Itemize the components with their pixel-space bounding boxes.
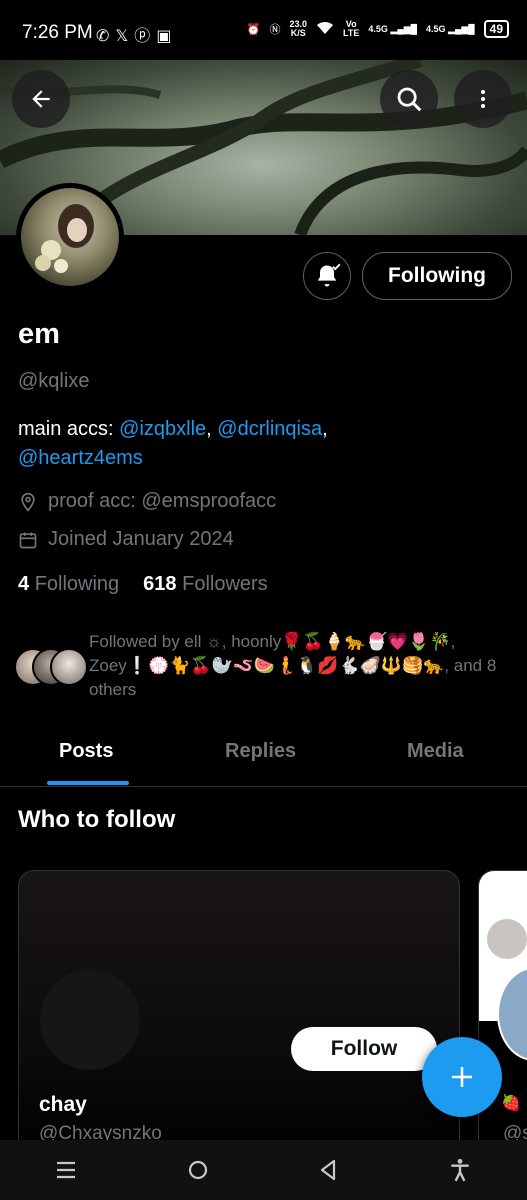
back-nav-icon[interactable]	[317, 1158, 339, 1182]
office-icon: ▣	[156, 28, 178, 45]
profile-handle: @kqlixe	[18, 370, 90, 392]
location-pin-icon	[21, 492, 35, 512]
follow-button[interactable]: Follow	[291, 1027, 437, 1071]
tab-posts[interactable]: Posts	[59, 740, 113, 763]
bio-separator: ,	[206, 418, 218, 440]
signal-1: 4.5G ▂▄▆█	[368, 23, 418, 34]
net-speed: 23.0 K/S	[289, 19, 308, 38]
follower-avatar	[50, 648, 88, 686]
home-icon[interactable]	[186, 1158, 210, 1182]
follow-stats: 4 Following 618 Followers	[18, 573, 268, 596]
following-stat[interactable]: 4 Following	[18, 573, 119, 596]
display-name: em	[18, 318, 60, 350]
compose-fab[interactable]	[422, 1037, 502, 1117]
following-button[interactable]: Following	[362, 252, 512, 300]
suggestion-avatar[interactable]	[40, 970, 140, 1070]
x-icon: 𝕏	[115, 28, 135, 45]
followers-stat[interactable]: 618 Followers	[143, 573, 268, 596]
tab-replies[interactable]: Replies	[225, 740, 296, 763]
nfc-icon: Ⓝ	[269, 24, 281, 36]
notifications-bell-button[interactable]	[303, 252, 351, 300]
accessibility-icon[interactable]	[447, 1157, 473, 1183]
profile-tabs: Posts Replies Media	[0, 728, 527, 784]
followed-by-avatars[interactable]	[14, 648, 88, 686]
alarm-icon: ⏰	[246, 23, 261, 36]
active-tab-indicator	[47, 781, 129, 785]
suggestion-card-next[interactable]: 🍓 @s	[478, 870, 527, 1162]
tabs-divider	[0, 786, 527, 787]
bio-text: main accs:	[18, 418, 120, 440]
bio-mention-2[interactable]: @dcrlinqisa	[217, 418, 322, 440]
strawberry-emoji: 🍓	[501, 1095, 521, 1112]
followed-by-text[interactable]: Followed by ell ☼, hoonly🌹🍒🍦🐆🍧💗🌷🎋, Zoey❕…	[89, 630, 509, 702]
bell-check-icon	[317, 263, 341, 287]
tab-media[interactable]: Media	[407, 740, 464, 763]
arrow-left-icon	[32, 90, 50, 108]
pinterest-icon: ⓟ	[134, 28, 157, 45]
search-button[interactable]	[380, 70, 438, 128]
location-row: proof acc: @emsproofacc	[18, 490, 276, 513]
recents-icon[interactable]	[54, 1159, 78, 1181]
avatar-image	[21, 188, 119, 286]
profile-bio: main accs: @izqbxlle, @dcrlinqisa, @heart…	[18, 415, 498, 473]
joined-text: Joined January 2024	[48, 528, 234, 550]
bio-mention-3[interactable]: @heartz4ems	[18, 447, 143, 469]
suggestion-name[interactable]: chay	[39, 1093, 87, 1117]
system-nav-bar	[0, 1140, 527, 1200]
plus-icon	[452, 1067, 472, 1087]
signal-2: 4.5G ▂▄▆█	[426, 23, 475, 34]
bio-mention-1[interactable]: @izqbxlle	[119, 418, 206, 440]
calendar-icon	[19, 532, 37, 548]
status-time: 7:26 PM	[22, 22, 93, 43]
more-vertical-icon	[481, 90, 485, 108]
joined-row: Joined January 2024	[18, 528, 234, 551]
location-text: proof acc: @emsproofacc	[48, 490, 277, 512]
notification-icons: ✆𝕏ⓟ▣	[96, 22, 177, 46]
profile-avatar[interactable]	[16, 183, 124, 291]
search-icon	[397, 87, 422, 112]
more-button[interactable]	[454, 70, 512, 128]
bio-separator: ,	[322, 418, 328, 440]
back-button[interactable]	[12, 70, 70, 128]
status-right: ⏰ Ⓝ 23.0 K/S Vo LTE 4.5G ▂▄▆█ 4.5G ▂▄▆█ 49	[247, 20, 509, 38]
whatsapp-icon: ✆	[96, 28, 116, 45]
who-to-follow-title: Who to follow	[18, 806, 176, 833]
wifi-icon	[316, 21, 334, 38]
volte-indicator: Vo LTE	[343, 19, 360, 38]
battery-icon: 49	[483, 20, 509, 38]
